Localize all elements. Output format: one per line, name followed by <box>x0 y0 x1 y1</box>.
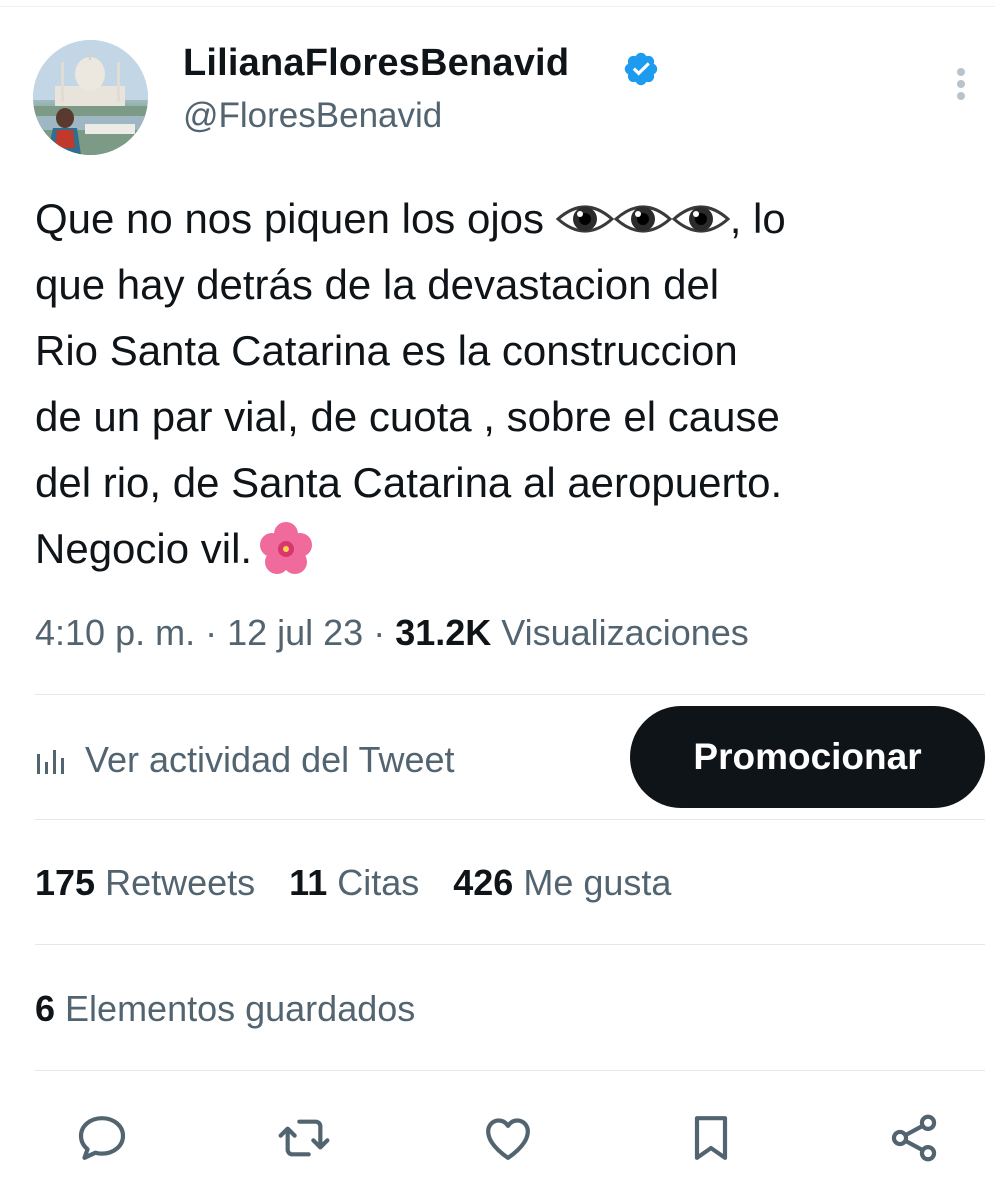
quotes-label: Citas <box>327 862 420 903</box>
divider <box>35 694 985 695</box>
likes-stat[interactable]: 426 Me gusta <box>453 862 671 904</box>
retweet-icon[interactable] <box>276 1110 332 1166</box>
retweets-count: 175 <box>35 862 96 903</box>
reply-icon[interactable] <box>74 1110 130 1166</box>
eye-emoji-icon <box>671 205 730 233</box>
tweet-date[interactable]: 12 jul 23 <box>227 612 363 653</box>
views-label: Visualizaciones <box>491 612 749 653</box>
bookmarks-label: Elementos guardados <box>55 988 416 1029</box>
like-icon[interactable] <box>480 1110 536 1166</box>
bookmarks-count: 6 <box>35 988 56 1029</box>
top-divider <box>0 6 995 7</box>
tweet-activity-label: Ver actividad del Tweet <box>85 739 455 780</box>
tweet-meta: 4:10 p. m. · 12 jul 23 · 31.2K Visualiza… <box>35 612 749 654</box>
quotes-stat[interactable]: 11 Citas <box>289 862 419 904</box>
eye-emoji-icon <box>555 205 614 233</box>
bookmark-icon[interactable] <box>683 1110 739 1166</box>
tweet-text-line1-suffix: , lo <box>729 195 786 242</box>
divider <box>35 819 985 820</box>
engagement-stats: 175 Retweets 11 Citas 426 Me gusta <box>35 862 671 904</box>
likes-label: Me gusta <box>513 862 672 903</box>
tweet-text-line1: Que no nos piquen los ojos <box>35 195 556 242</box>
verified-badge-icon <box>624 52 658 86</box>
views-count: 31.2K <box>395 612 492 653</box>
more-options-icon[interactable] <box>946 66 976 106</box>
tweet-text-body: que hay detrás de la devastacion del Rio… <box>35 261 783 572</box>
quotes-count: 11 <box>289 862 328 903</box>
retweets-stat[interactable]: 175 Retweets <box>35 862 255 904</box>
bookmarks-stat[interactable]: 6 Elementos guardados <box>35 988 415 1030</box>
tweet-text: Que no nos piquen los ojos , lo que hay … <box>35 186 970 582</box>
divider <box>35 1070 985 1071</box>
meta-separator: · <box>195 612 228 653</box>
eye-emoji-icon <box>613 205 672 233</box>
display-name[interactable]: LilianaFloresBenavid <box>183 42 569 85</box>
likes-count: 426 <box>453 862 514 903</box>
analytics-icon <box>37 750 64 774</box>
divider <box>35 944 985 945</box>
avatar[interactable] <box>33 40 148 155</box>
tweet-activity-link[interactable]: Ver actividad del Tweet <box>35 735 455 785</box>
hibiscus-emoji-icon <box>260 522 313 574</box>
promote-button[interactable]: Promocionar <box>630 706 985 808</box>
share-icon[interactable] <box>886 1110 942 1166</box>
meta-separator: · <box>363 612 396 653</box>
user-handle[interactable]: @FloresBenavid <box>183 96 442 136</box>
retweets-label: Retweets <box>95 862 256 903</box>
tweet-time[interactable]: 4:10 p. m. <box>35 612 195 653</box>
